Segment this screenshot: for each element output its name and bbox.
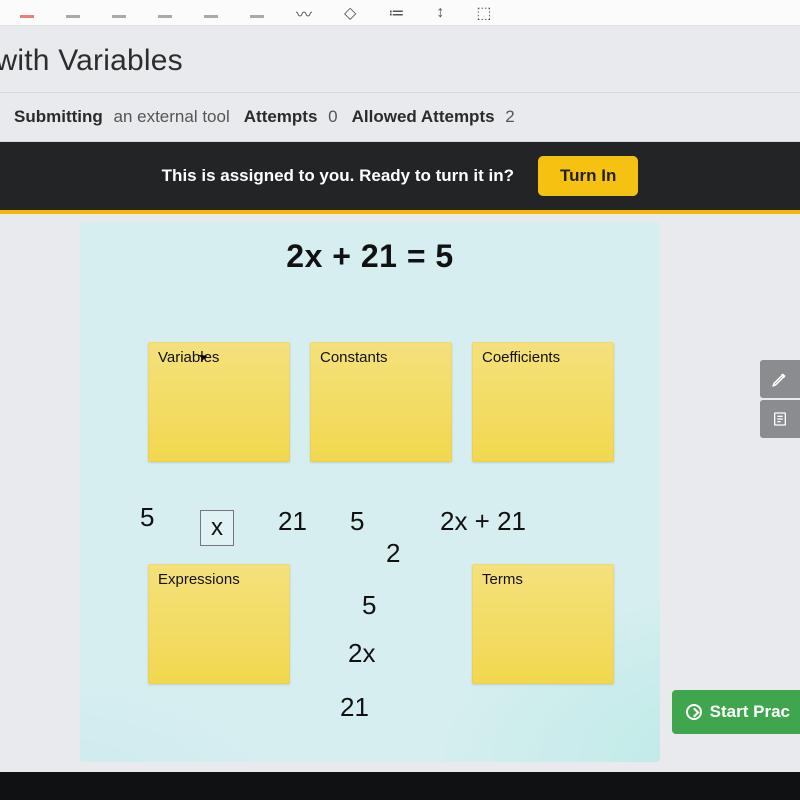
assignment-meta: 00 Submitting an external tool Attempts … xyxy=(0,93,800,142)
tool-icon[interactable]: 〰 xyxy=(296,1,312,25)
turn-in-button[interactable]: Turn In xyxy=(538,156,638,196)
start-practice-button[interactable]: Start Prac xyxy=(672,690,800,734)
sticky-terms[interactable]: Terms xyxy=(472,564,614,684)
submitting-label: Submitting xyxy=(14,107,103,126)
allowed-attempts-label: Allowed Attempts xyxy=(352,107,495,126)
notes-icon[interactable] xyxy=(760,400,800,438)
page-title: ons with Variables xyxy=(0,26,800,93)
sticky-label: Constants xyxy=(310,342,452,373)
chip-5[interactable]: 5 xyxy=(140,502,154,533)
check-circle-icon xyxy=(686,704,702,720)
attempts-label: Attempts xyxy=(244,107,318,126)
side-tool-rail xyxy=(760,360,800,438)
submitting-value: an external tool xyxy=(114,107,230,126)
sticky-label: Expressions xyxy=(148,564,290,595)
tool-icon[interactable]: ⬚ xyxy=(476,3,491,23)
chip-21[interactable]: 21 xyxy=(278,506,307,537)
editor-toolbar: 〰 ◇ ≔ ↕ ⬚ xyxy=(0,0,800,26)
equation-display: 2x + 21 = 5 xyxy=(80,238,660,275)
chip-2[interactable]: 2 xyxy=(386,538,400,569)
allowed-attempts-value: 2 xyxy=(505,107,514,126)
turn-in-bar: This is assigned to you. Ready to turn i… xyxy=(0,142,800,214)
chip-expression[interactable]: 2x + 21 xyxy=(440,506,526,537)
chip-5[interactable]: 5 xyxy=(362,590,376,621)
turn-in-prompt: This is assigned to you. Ready to turn i… xyxy=(162,166,514,186)
attempts-value: 0 xyxy=(328,107,337,126)
sticky-label: Coefficients xyxy=(472,342,614,373)
sticky-coefficients[interactable]: Coefficients xyxy=(472,342,614,462)
sticky-expressions[interactable]: Expressions xyxy=(148,564,290,684)
tool-icon[interactable]: ↕ xyxy=(436,4,444,22)
sticky-variables[interactable]: Variables ➤ xyxy=(148,342,290,462)
tool-icon[interactable]: ◇ xyxy=(344,3,356,23)
sticky-constants[interactable]: Constants xyxy=(310,342,452,462)
chip-x-boxed[interactable]: x xyxy=(200,510,234,546)
chip-2x[interactable]: 2x xyxy=(348,638,375,669)
sticky-label: Terms xyxy=(472,564,614,595)
chip-21[interactable]: 21 xyxy=(340,692,369,723)
chip-5[interactable]: 5 xyxy=(350,506,364,537)
screen-bezel xyxy=(0,772,800,800)
pencil-icon[interactable] xyxy=(760,360,800,398)
tool-icon[interactable]: ≔ xyxy=(388,3,404,23)
activity-canvas[interactable]: 2x + 21 = 5 Variables ➤ Constants Coeffi… xyxy=(80,222,660,762)
sticky-label: Variables xyxy=(148,342,290,373)
start-practice-label: Start Prac xyxy=(710,702,790,722)
